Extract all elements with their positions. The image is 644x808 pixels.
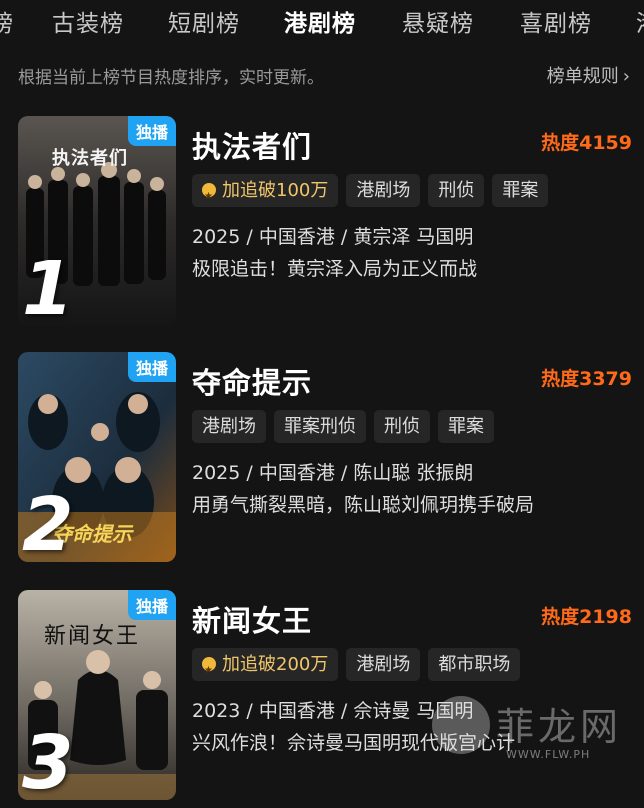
coin-star-icon (202, 654, 216, 687)
follow-milestone-tag[interactable]: 加追破200万 (192, 648, 339, 687)
genre-tag[interactable]: 罪案 (492, 174, 549, 207)
ranking-rules-link[interactable]: 榜单规则 › (547, 62, 630, 88)
rank-number: 1 (22, 246, 74, 326)
ranking-item[interactable]: 执法者们 独播 1 执法者们 热度4159 加追破100万港剧场刑侦罪案 202… (0, 116, 644, 334)
watermark-seal-icon (432, 696, 490, 754)
ranking-item[interactable]: 夺命提示 独播 2 夺命提示 热度3379 港剧场 罪案刑侦 刑侦 罪案 2025 /… (0, 352, 644, 570)
poster-title-text: 执法者们 (52, 148, 128, 169)
follow-milestone-tag[interactable]: 加追破100万 (192, 174, 339, 213)
tag-label: 加追破200万 (222, 654, 329, 675)
rank-number: 3 (22, 720, 74, 800)
genre-tag[interactable]: 刑侦 (374, 410, 430, 443)
genre-tag[interactable]: 罪案 (438, 410, 494, 443)
poster-image[interactable]: 夺命提示 独播 2 (18, 352, 176, 562)
poster-image[interactable]: 新闻女王 独播 3 (18, 590, 176, 800)
exclusive-badge: 独播 (127, 590, 176, 620)
tab-short-drama[interactable]: 短剧榜 (168, 4, 240, 38)
poster-image[interactable]: 执法者们 独播 1 (18, 116, 176, 326)
watermark-logo: 菲龙网 WWW.FLW.PH (432, 690, 644, 770)
exclusive-badge: 独播 (127, 116, 176, 146)
genre-tag[interactable]: 罪案刑侦 (274, 410, 366, 443)
tab-costume[interactable]: 古装榜 (52, 4, 124, 38)
genre-tag[interactable]: 都市职场 (428, 648, 521, 681)
rank-number: 2 (22, 482, 74, 562)
show-title[interactable]: 夺命提示 (192, 360, 312, 402)
ranking-subbar: 根据当前上榜节目热度排序，实时更新。 榜单规则 › (0, 58, 644, 92)
show-title[interactable]: 执法者们 (192, 124, 312, 166)
tab-partial-left[interactable]: 榜 (0, 4, 14, 38)
genre-tag[interactable]: 港剧场 (346, 648, 421, 681)
exclusive-badge: 独播 (127, 352, 176, 382)
chevron-right-icon: › (622, 66, 630, 87)
tag-label: 加追破100万 (222, 180, 329, 201)
show-meta: 2025 / 中国香港 / 黄宗泽 马国明 (192, 226, 474, 248)
tab-partial-right[interactable]: 港 (636, 4, 644, 38)
heat-score: 热度2198 (541, 606, 632, 628)
tab-comedy[interactable]: 喜剧榜 (520, 4, 592, 38)
category-tabs: 榜 古装榜 短剧榜 港剧榜 悬疑榜 喜剧榜 港 (0, 0, 644, 44)
show-title[interactable]: 新闻女王 (192, 598, 312, 640)
heat-score: 热度4159 (541, 132, 632, 154)
show-meta: 2025 / 中国香港 / 陈山聪 张振朗 (192, 462, 474, 484)
coin-star-icon (202, 180, 216, 213)
ranking-rules-label: 榜单规则 (546, 66, 619, 87)
genre-tag[interactable]: 港剧场 (192, 410, 266, 443)
show-description: 极限追击！黄宗泽入局为正义而战 (192, 258, 478, 280)
genre-tag[interactable]: 港剧场 (346, 174, 421, 207)
show-description: 用勇气撕裂黑暗，陈山聪刘佩玥携手破局 (192, 494, 535, 516)
heat-score: 热度3379 (541, 368, 632, 390)
tag-list: 加追破100万港剧场刑侦罪案 (192, 174, 556, 213)
watermark-url: WWW.FLW.PH (506, 748, 591, 761)
poster-title-text: 新闻女王 (44, 624, 141, 649)
genre-tag[interactable]: 刑侦 (428, 174, 485, 207)
tag-list: 加追破200万港剧场都市职场 (192, 648, 528, 687)
tab-hk-drama[interactable]: 港剧榜 (284, 4, 356, 38)
watermark-text: 菲龙网 (496, 705, 623, 749)
ranking-hint: 根据当前上榜节目热度排序，实时更新。 (18, 68, 324, 88)
tag-list: 港剧场 罪案刑侦 刑侦 罪案 (192, 410, 502, 444)
tab-suspense[interactable]: 悬疑榜 (402, 4, 474, 38)
